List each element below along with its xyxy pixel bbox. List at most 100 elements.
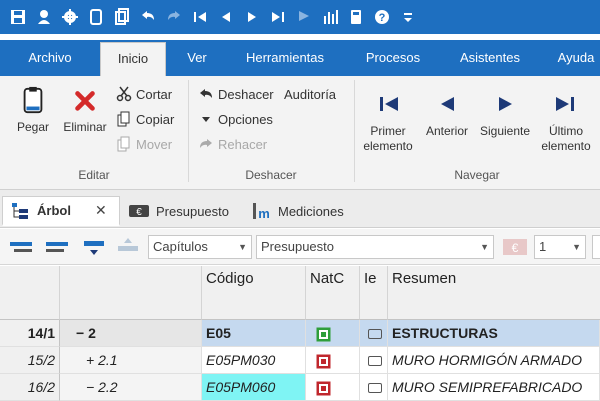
ie-cell[interactable] <box>360 374 388 401</box>
tree-icon <box>9 201 31 221</box>
tab-presupuesto-label: Presupuesto <box>156 203 229 219</box>
tab-mediciones[interactable]: m Mediciones <box>250 196 344 226</box>
tab-asistentes[interactable]: Asistentes <box>450 40 530 76</box>
copy-button[interactable]: Copiar <box>116 109 174 129</box>
gear-icon[interactable] <box>58 5 82 29</box>
first-label-line2: elemento <box>363 139 413 153</box>
calculator-icon[interactable] <box>344 5 368 29</box>
natc-cell[interactable] <box>306 347 360 374</box>
caret-down-icon <box>198 111 214 127</box>
undo-icon[interactable] <box>136 5 160 29</box>
table-row[interactable]: 15/2 + 2.1 E05PM030 MURO HORMIGÓN ARMADO <box>0 347 600 374</box>
budget-icon: € <box>128 201 150 221</box>
tab-arbol[interactable]: Árbol ✕ <box>2 196 120 226</box>
last-icon[interactable] <box>266 5 290 29</box>
code-cell[interactable]: E05 <box>202 320 306 347</box>
codigo-header[interactable]: Código <box>202 266 306 320</box>
code-cell[interactable]: E05PM030 <box>202 347 306 374</box>
first-icon <box>380 97 398 111</box>
next-button[interactable]: Siguiente <box>474 90 536 139</box>
ie-cell[interactable] <box>360 320 388 347</box>
level-select-value: Capítulos <box>153 239 208 254</box>
tab-arbol-label: Árbol <box>37 203 71 218</box>
indent-right-icon[interactable] <box>44 237 72 257</box>
first-icon[interactable] <box>188 5 212 29</box>
tab-presupuesto[interactable]: € Presupuesto <box>128 196 229 226</box>
next-icon[interactable] <box>240 5 264 29</box>
redo-button[interactable]: Rehacer <box>198 134 267 154</box>
summary-cell[interactable]: MURO HORMIGÓN ARMADO <box>388 347 600 374</box>
chapter-icon <box>316 327 331 342</box>
summary-cell[interactable]: MURO SEMIPREFABRICADO <box>388 374 600 401</box>
tab-procesos[interactable]: Procesos <box>356 40 430 76</box>
ie-cell[interactable] <box>360 347 388 374</box>
first-element-button[interactable]: Primer elemento <box>356 90 420 154</box>
natc-header[interactable]: NatC <box>306 266 360 320</box>
extra-select[interactable] <box>592 235 600 259</box>
view-select-value: Presupuesto <box>261 239 334 254</box>
number-select-value: 1 <box>539 239 547 254</box>
tree-node[interactable]: − 2.2 <box>60 374 202 401</box>
tab-archivo[interactable]: Archivo <box>14 40 86 76</box>
redo-icon <box>162 5 186 29</box>
ie-header[interactable]: Ie <box>360 266 388 320</box>
tab-ver[interactable]: Ver <box>176 40 218 76</box>
tree-node[interactable]: − 2 <box>60 320 202 347</box>
subchapter-icon <box>316 381 331 396</box>
paste-button[interactable]: Pegar <box>8 86 58 135</box>
help-icon[interactable]: ? <box>370 5 394 29</box>
next-label: Siguiente <box>479 124 531 138</box>
quick-access-toolbar: ? <box>0 0 600 34</box>
table-row[interactable]: 14/1 − 2 E05 ESTRUCTURAS <box>0 320 600 347</box>
code-cell[interactable]: E05PM060 <box>202 374 306 401</box>
audit-button[interactable]: Auditoría <box>284 84 336 104</box>
undo-button[interactable]: Deshacer <box>198 84 274 104</box>
summary-cell[interactable]: ESTRUCTURAS <box>388 320 600 347</box>
tab-herramientas[interactable]: Herramientas <box>236 40 334 76</box>
tab-inicio[interactable]: Inicio <box>100 42 166 76</box>
options-dropdown[interactable]: Opciones <box>198 109 273 129</box>
previous-icon[interactable] <box>214 5 238 29</box>
svg-text:m: m <box>258 206 270 221</box>
chart-icon[interactable] <box>318 5 342 29</box>
indent-left-icon[interactable] <box>8 237 36 257</box>
number-select[interactable]: 1 ▼ <box>534 235 586 259</box>
last-element-button[interactable]: Último elemento <box>536 90 596 154</box>
redo-label: Rehacer <box>218 136 268 152</box>
delete-button[interactable]: Eliminar <box>58 86 112 135</box>
currency-icon: € <box>503 239 527 255</box>
flag-icon <box>292 5 316 29</box>
table-row[interactable]: 16/2 − 2.2 E05PM060 MURO SEMIPREFABRICAD… <box>0 374 600 401</box>
save-icon[interactable] <box>6 5 30 29</box>
tab-ayuda[interactable]: Ayuda <box>548 40 600 76</box>
move-up-icon <box>118 238 138 251</box>
copy-icon[interactable] <box>110 5 134 29</box>
tree-node[interactable]: + 2.1 <box>60 347 202 374</box>
tree-column-header[interactable] <box>60 266 202 320</box>
resumen-header[interactable]: Resumen <box>388 266 600 320</box>
dropdown-arrow-icon: ▼ <box>572 242 581 252</box>
customize-icon[interactable] <box>396 5 420 29</box>
next-icon <box>499 97 512 111</box>
first-label-line1: Primer <box>370 124 406 138</box>
cut-label: Cortar <box>136 86 173 102</box>
move-label: Mover <box>136 136 173 152</box>
scissors-icon <box>116 86 132 102</box>
user-settings-icon[interactable] <box>32 5 56 29</box>
cut-button[interactable]: Cortar <box>116 84 172 104</box>
previous-button[interactable]: Anterior <box>420 90 474 139</box>
previous-label: Anterior <box>425 124 469 138</box>
close-icon[interactable]: ✕ <box>95 202 107 219</box>
clipboard-icon[interactable] <box>84 5 108 29</box>
level-select[interactable]: Capítulos ▼ <box>148 235 252 259</box>
undo-group-label: Deshacer <box>245 168 297 182</box>
move-down-icon[interactable] <box>80 237 108 257</box>
natc-cell[interactable] <box>306 374 360 401</box>
move-button[interactable]: Mover <box>116 134 172 154</box>
previous-icon <box>441 97 454 111</box>
view-select[interactable]: Presupuesto ▼ <box>256 235 494 259</box>
row-number: 14/1 <box>0 320 60 347</box>
group-divider <box>354 80 355 182</box>
copy-label: Copiar <box>136 111 175 127</box>
natc-cell[interactable] <box>306 320 360 347</box>
